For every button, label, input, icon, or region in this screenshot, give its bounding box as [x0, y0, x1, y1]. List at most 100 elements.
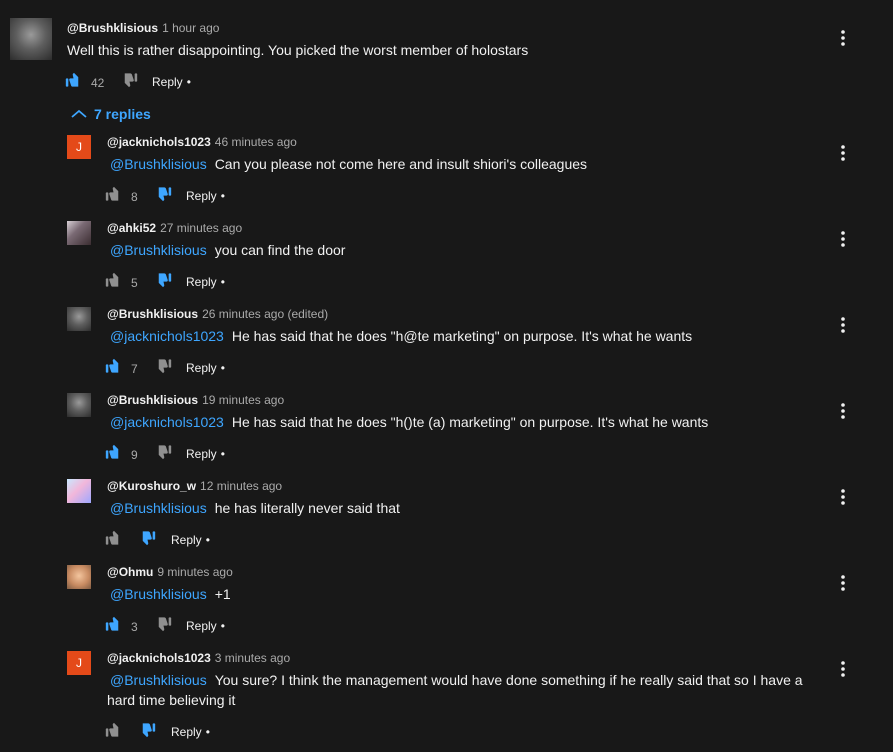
reply-comment: @ahki52 27 minutes ago @Brushklisious you c… [0, 218, 893, 298]
reply-button[interactable]: Reply • [171, 529, 210, 551]
comment-time[interactable]: 27 minutes ago [160, 221, 242, 235]
comment-time[interactable]: 1 hour ago [162, 21, 219, 35]
more-vertical-icon[interactable] [835, 488, 851, 506]
comment-author[interactable]: @jacknichols1023 [107, 135, 211, 149]
reply-button[interactable]: Reply • [186, 271, 225, 293]
dislike-icon[interactable] [152, 356, 172, 376]
like-icon[interactable] [105, 442, 125, 462]
comment-author[interactable]: @Brushklisious [107, 307, 198, 321]
like-icon[interactable] [105, 270, 125, 290]
dislike-icon[interactable] [136, 720, 156, 740]
avatar[interactable] [67, 221, 91, 245]
avatar[interactable] [10, 18, 52, 60]
comment-author[interactable]: @Ohmu [107, 565, 153, 579]
dislike-icon[interactable] [152, 614, 172, 634]
avatar[interactable] [67, 565, 91, 589]
avatar[interactable] [67, 307, 91, 331]
reply-button[interactable]: Reply • [186, 185, 225, 207]
comment-body: Can you please not come here and insult … [214, 156, 588, 172]
comment-author[interactable]: @jacknichols1023 [107, 651, 211, 665]
mention-link[interactable]: @Brushklisious [110, 500, 207, 516]
comment-text: @Brushklisious Can you please not come he… [107, 154, 807, 174]
reply-label[interactable]: Reply [152, 75, 183, 89]
more-vertical-icon[interactable] [835, 29, 851, 47]
reply-comment: @Ohmu 9 minutes ago @Brushklisious +1 3 Reply… [0, 562, 893, 642]
reply-label[interactable]: Reply [186, 361, 217, 375]
comment-body: you can find the door [214, 242, 346, 258]
mention-link[interactable]: @Brushklisious [110, 156, 207, 172]
more-vertical-icon[interactable] [835, 574, 851, 592]
comment-author[interactable]: @Kuroshuro_w [107, 479, 196, 493]
replies-toggle-label[interactable]: 7 replies [94, 106, 151, 122]
more-vertical-icon[interactable] [835, 402, 851, 420]
reply-comment: @Brushklisious 26 minutes ago (edited) @ja… [0, 304, 893, 384]
reply-label[interactable]: Reply [186, 619, 217, 633]
reply-button[interactable]: Reply • [186, 443, 225, 465]
reply-dot: • [220, 361, 225, 375]
avatar[interactable] [67, 393, 91, 417]
reply-label[interactable]: Reply [186, 447, 217, 461]
comment-header: @jacknichols1023 3 minutes ago [107, 650, 290, 666]
reply-button[interactable]: Reply • [186, 357, 225, 379]
comment-time[interactable]: 3 minutes ago [215, 651, 290, 665]
reply-label[interactable]: Reply [171, 533, 202, 547]
comment-actions: 7 Reply • [105, 356, 405, 378]
comment-text: @jacknichols1023 He has said that he does… [107, 326, 807, 346]
like-icon[interactable] [105, 614, 125, 634]
like-icon[interactable] [105, 184, 125, 204]
more-vertical-icon[interactable] [835, 660, 851, 678]
reply-comment: J @jacknichols1023 46 minutes ago @Brushkli… [0, 132, 893, 212]
mention-link[interactable]: @Brushklisious [110, 672, 207, 688]
comment-header: @ahki52 27 minutes ago [107, 220, 242, 236]
mention-link[interactable]: @jacknichols1023 [110, 414, 224, 430]
comment-author[interactable]: @Brushklisious [67, 21, 158, 35]
dislike-icon[interactable] [118, 70, 138, 90]
reply-label[interactable]: Reply [186, 275, 217, 289]
more-vertical-icon[interactable] [835, 144, 851, 162]
comment-body: +1 [214, 586, 231, 602]
like-icon[interactable] [105, 720, 125, 740]
dislike-icon[interactable] [152, 184, 172, 204]
like-count: 5 [131, 276, 138, 290]
mention-link[interactable]: @jacknichols1023 [110, 328, 224, 344]
avatar[interactable] [67, 479, 91, 503]
comment-actions: 3 Reply • [105, 614, 405, 636]
mention-link[interactable]: @Brushklisious [110, 242, 207, 258]
dislike-icon[interactable] [152, 270, 172, 290]
comment-actions: 9 Reply • [105, 442, 405, 464]
like-icon[interactable] [65, 70, 85, 90]
comment-author[interactable]: @Brushklisious [107, 393, 198, 407]
reply-label[interactable]: Reply [171, 725, 202, 739]
reply-button[interactable]: Reply • [152, 71, 191, 93]
comment-actions: Reply • [105, 528, 405, 550]
dislike-icon[interactable] [136, 528, 156, 548]
more-vertical-icon[interactable] [835, 230, 851, 248]
reply-button[interactable]: Reply • [186, 615, 225, 637]
comment-actions: 42 Reply • [65, 70, 365, 92]
reply-label[interactable]: Reply [186, 189, 217, 203]
comment-time[interactable]: 26 minutes ago (edited) [202, 307, 328, 321]
avatar[interactable]: J [67, 135, 91, 159]
avatar-letter: J [76, 140, 82, 154]
more-vertical-icon[interactable] [835, 316, 851, 334]
comment-text: @Brushklisious he has literally never sai… [107, 498, 807, 518]
replies-toggle[interactable]: 7 replies [70, 104, 151, 124]
comment-time[interactable]: 46 minutes ago [215, 135, 297, 149]
like-icon[interactable] [105, 528, 125, 548]
comment-text: @Brushklisious you can find the door [107, 240, 807, 260]
dislike-icon[interactable] [152, 442, 172, 462]
avatar-letter: J [76, 656, 82, 670]
comment-author[interactable]: @ahki52 [107, 221, 156, 235]
like-count: 3 [131, 620, 138, 634]
comment-time[interactable]: 19 minutes ago [202, 393, 284, 407]
comment-time[interactable]: 9 minutes ago [157, 565, 232, 579]
comment-time[interactable]: 12 minutes ago [200, 479, 282, 493]
reply-button[interactable]: Reply • [171, 721, 210, 743]
comment-body: he has literally never said that [214, 500, 400, 516]
avatar[interactable]: J [67, 651, 91, 675]
reply-dot: • [220, 189, 225, 203]
mention-link[interactable]: @Brushklisious [110, 586, 207, 602]
comment-body: You sure? I think the management would h… [107, 672, 803, 708]
chevron-up-icon [70, 104, 88, 118]
like-icon[interactable] [105, 356, 125, 376]
